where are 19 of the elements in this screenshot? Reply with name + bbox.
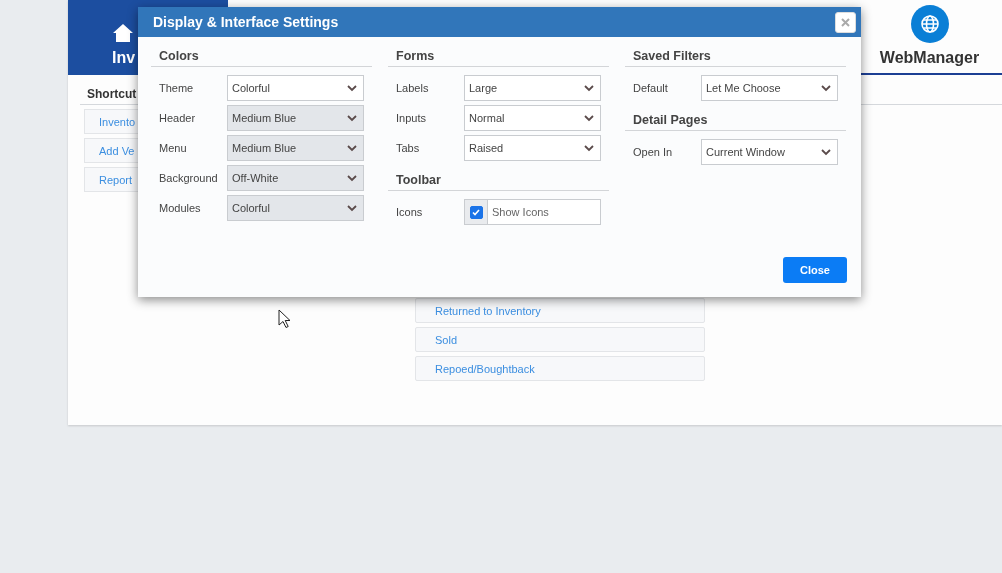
field-label: Theme — [158, 82, 195, 94]
section-title: Colors — [151, 49, 372, 67]
field-label: Open In — [632, 146, 674, 158]
dialog-title: Display & Interface Settings — [153, 14, 339, 30]
field-label: Header — [158, 112, 197, 124]
field-label: Icons — [395, 206, 424, 218]
section-title: Detail Pages — [625, 113, 846, 131]
section-title: Forms — [388, 49, 609, 67]
field-label: Tabs — [395, 142, 421, 154]
checkbox-label: Show Icons — [491, 206, 549, 218]
shortcuts-title: Shortcut — [86, 87, 138, 103]
field-label: Background — [158, 172, 219, 184]
field-label: Menu — [158, 142, 188, 154]
field-label: Labels — [395, 82, 430, 94]
field-label: Modules — [158, 202, 202, 214]
field-label: Inputs — [395, 112, 427, 124]
section-title: Saved Filters — [625, 49, 846, 67]
section-title: Toolbar — [388, 173, 609, 191]
field-label: Default — [632, 82, 669, 94]
